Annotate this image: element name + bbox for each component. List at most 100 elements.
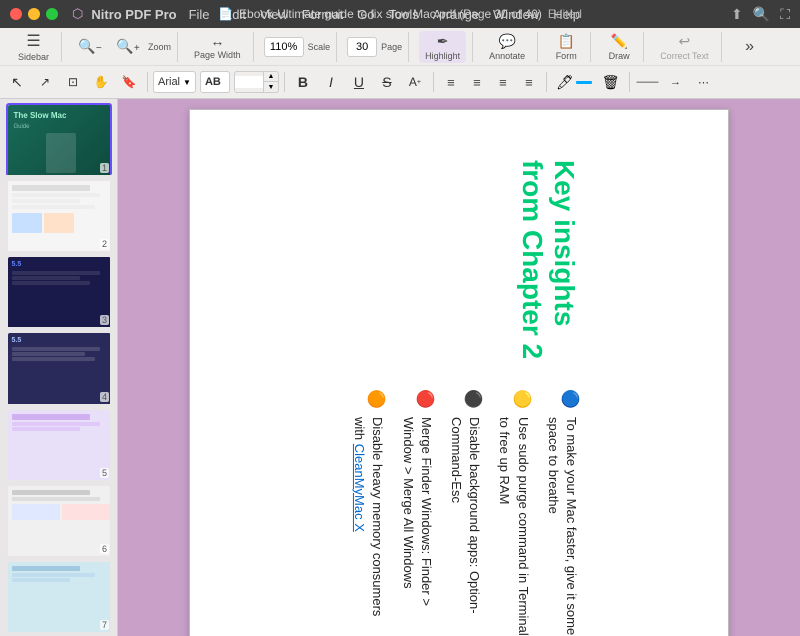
separator-2 (284, 72, 285, 92)
app-icon: ⬡ (72, 6, 83, 22)
thumb-container-1: The Slow Mac Guide (6, 103, 112, 175)
traffic-lights (10, 8, 58, 20)
form-button[interactable]: 📋 Form (548, 31, 584, 63)
font-size-dropdown[interactable]: AB (200, 71, 230, 93)
line-arrow-button[interactable]: → (663, 70, 689, 94)
strikethrough-button[interactable]: S (374, 70, 400, 94)
stamp-tool[interactable]: 🔖 (116, 70, 142, 94)
form-icon: 📋 (557, 33, 574, 50)
share-icon[interactable]: ⬆ (731, 6, 743, 23)
thumbnail-page-6[interactable]: 6 (4, 484, 113, 556)
italic-button[interactable]: I (318, 70, 344, 94)
zoom-out-button[interactable]: 🔍− (72, 36, 108, 57)
hand-tool[interactable]: ✋ (88, 70, 114, 94)
cleanmymac-link[interactable]: CleanMyMac X (352, 444, 367, 532)
thumb-container-4: 5.5 (6, 331, 112, 403)
thumb-container-2 (6, 179, 112, 251)
chapter-title: Key insightsfrom Chapter 2 (516, 160, 580, 359)
correct-group: ↩ Correct Text (648, 32, 721, 62)
thumbnail-page-4[interactable]: 5.5 4 (4, 331, 113, 403)
thumbnail-page-3[interactable]: 5.5 3 (4, 255, 113, 327)
insight-item-3: ⚫ Disable background apps: Option-Comman… (447, 389, 483, 636)
thumb-num-3: 3 (100, 315, 109, 325)
align-justify-button[interactable]: ≡ (517, 70, 541, 94)
pdf-inner-content: Key insightsfrom Chapter 2 🔵 To make you… (318, 130, 600, 636)
font-family-dropdown[interactable]: Arial ▼ (153, 71, 196, 93)
scale-input[interactable] (264, 37, 304, 57)
thumb-container-7 (6, 560, 112, 632)
zoom-group: 🔍− 🔍+ Zoom (66, 32, 178, 62)
select-icon: ↖ (11, 74, 23, 91)
app-name: Nitro PDF Pro (91, 7, 176, 22)
eraser-icon: 🗑 (602, 74, 620, 91)
text-highlight-button[interactable]: 🖊 (552, 72, 596, 93)
thumb-bg-4: 5.5 (8, 333, 112, 403)
select-tool[interactable]: ↖ (4, 70, 30, 94)
font-size-down[interactable]: ▼ (264, 82, 278, 92)
align-center-button[interactable]: ≡ (465, 70, 489, 94)
thumb-num-2: 2 (100, 239, 109, 249)
annotate-button[interactable]: 💬 Annotate (483, 31, 531, 63)
highlight-button[interactable]: ✒ Highlight (419, 31, 466, 63)
superscript-button[interactable]: A+ (402, 70, 428, 94)
line-style-icon: —— (637, 76, 659, 88)
line-tools: —— → ⋯ (635, 70, 717, 94)
zoom-in-icon: 🔍+ (116, 38, 139, 55)
insight-text-5: Disable heavy memory consumers with Clea… (350, 417, 386, 636)
crop-icon: ⊡ (68, 75, 78, 89)
insight-text-3: Disable background apps: Option-Command-… (447, 417, 483, 636)
sidebar-icon: ☰ (26, 31, 40, 51)
highlight-pen-icon: 🖊 (556, 74, 574, 91)
more-group: » (726, 32, 774, 62)
thumbnail-page-7[interactable]: 7 (4, 560, 113, 632)
page-label: Page (381, 42, 402, 52)
underline-button[interactable]: U (346, 70, 372, 94)
rotated-content-container: Key insightsfrom Chapter 2 🔵 To make you… (190, 110, 728, 636)
close-button[interactable] (10, 8, 22, 20)
insight-item-4: 🔴 Merge Finder Windows: Finder > Window … (398, 389, 434, 636)
title-bar-center: 📄 Ebook-Ultimate guide to fix slow Mac.p… (218, 7, 582, 21)
font-size-up[interactable]: ▲ (264, 72, 278, 82)
scale-group: Scale (258, 32, 338, 62)
menu-file[interactable]: File (189, 7, 210, 22)
thumbnail-page-2[interactable]: 2 (4, 179, 113, 251)
more-button[interactable]: » (732, 36, 768, 58)
highlight-group: ✒ Highlight (413, 32, 473, 62)
align-left-button[interactable]: ≡ (439, 70, 463, 94)
search-icon[interactable]: 🔍 (753, 6, 770, 23)
thumb-bg-5 (8, 410, 112, 480)
correct-text-button[interactable]: ↩ Correct Text (654, 31, 714, 63)
thumbnail-page-5[interactable]: 5 (4, 408, 113, 480)
insight-icon-1: 🔵 (558, 389, 580, 409)
form-label: Form (556, 51, 577, 61)
more-icon: » (745, 38, 754, 56)
insight-text-4: Merge Finder Windows: Finder > Window > … (398, 417, 434, 636)
toolbar-row2: ↖ ↗ ⊡ ✋ 🔖 Arial ▼ AB ▲ ▼ (0, 66, 800, 98)
thumb-num-6: 6 (100, 544, 109, 554)
form-group: 📋 Form (542, 32, 591, 62)
eraser-button[interactable]: 🗑 (598, 72, 624, 93)
zoom-in-button[interactable]: 🔍+ (110, 36, 146, 57)
fullscreen-icon[interactable]: ⛶ (780, 6, 790, 23)
thumbnail-page-1[interactable]: The Slow Mac Guide 1 (4, 103, 113, 175)
page-number-input[interactable] (347, 37, 377, 57)
sidebar-panel: The Slow Mac Guide 1 (0, 99, 118, 636)
font-size-input[interactable] (235, 76, 263, 88)
sidebar-group: ☰ Sidebar (6, 32, 62, 62)
arrow-tool[interactable]: ↗ (32, 70, 58, 94)
sidebar-button[interactable]: ☰ Sidebar (12, 29, 55, 64)
line-style-button[interactable]: —— (635, 70, 661, 94)
minimize-button[interactable] (28, 8, 40, 20)
dashed-line-button[interactable]: ⋯ (691, 70, 717, 94)
doc-title: Ebook-Ultimate guide to fix slow Mac.pdf… (239, 7, 542, 21)
maximize-button[interactable] (46, 8, 58, 20)
thumb-bg-6 (8, 486, 112, 556)
thumb-num-4: 4 (100, 392, 109, 402)
annotate-label: Annotate (489, 51, 525, 61)
crop-tool[interactable]: ⊡ (60, 70, 86, 94)
scale-label: Scale (308, 42, 331, 52)
align-right-button[interactable]: ≡ (491, 70, 515, 94)
page-width-button[interactable]: ↔ Page Width (188, 31, 247, 62)
bold-button[interactable]: B (290, 70, 316, 94)
draw-button[interactable]: ✏️ Draw (601, 31, 637, 63)
